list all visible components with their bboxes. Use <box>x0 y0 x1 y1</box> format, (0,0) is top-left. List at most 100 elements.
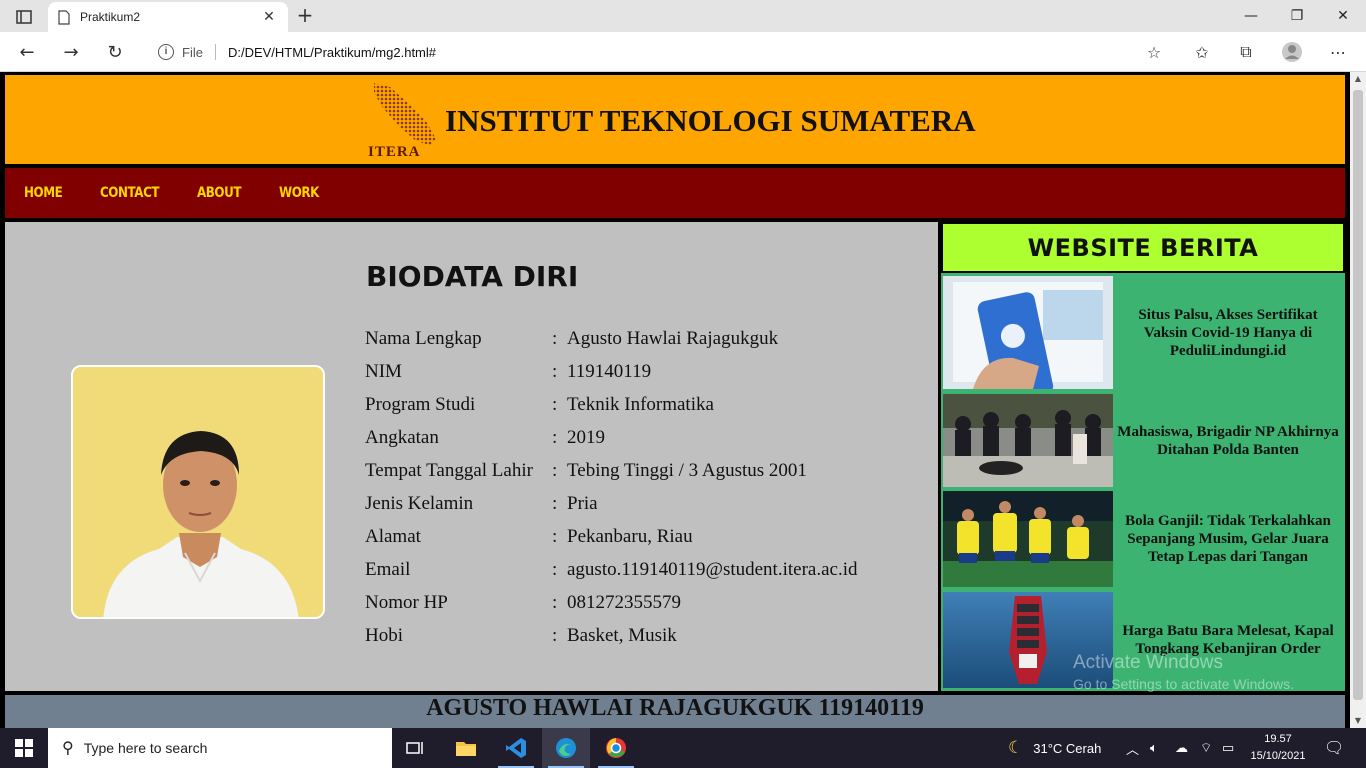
biodata-section: BIODATA DIRI Nama Lengkap: Agusto Hawlai … <box>5 222 938 691</box>
scrollbar-thumb[interactable] <box>1353 90 1363 700</box>
field-value: Tebing Tinggi / 3 Agustus 2001 <box>567 460 807 481</box>
field-label: Angkatan <box>365 427 439 448</box>
new-tab-button[interactable]: + <box>292 4 318 28</box>
biodata-row: Alamat: Pekanbaru, Riau <box>365 526 857 559</box>
field-value: Teknik Informatika <box>567 394 714 415</box>
biodata-row: Tempat Tanggal Lahir: Tebing Tinggi / 3 A… <box>365 460 857 493</box>
info-icon[interactable]: i <box>158 44 174 60</box>
itera-logo: ITERA <box>368 81 438 161</box>
taskbar-search[interactable]: ⚲ Type here to search <box>48 728 392 768</box>
profile-photo <box>71 365 325 619</box>
restore-button[interactable]: ❐ <box>1274 0 1320 32</box>
forward-button[interactable]: → <box>56 38 86 66</box>
field-separator: : <box>552 460 558 481</box>
nav-home[interactable]: HOME <box>24 185 63 201</box>
field-separator: : <box>552 625 558 646</box>
notifications-icon[interactable]: 🗨︎ <box>1324 728 1344 768</box>
weather-widget[interactable]: ☾ 31°C Cerah <box>1008 728 1101 768</box>
field-value: 2019 <box>567 427 605 448</box>
field-label: Hobi <box>365 625 403 646</box>
taskbar: ⚲ Type here to search ☾ 31°C Cerah ︿ 🔈︎ … <box>0 728 1366 768</box>
wifi-icon[interactable]: ⌔ <box>1200 728 1212 768</box>
news-image-police-crowd[interactable] <box>943 394 1113 487</box>
clock-date: 15/10/2021 <box>1250 750 1306 762</box>
main-nav: HOME CONTACT ABOUT WORK <box>5 168 1345 218</box>
url-text[interactable]: D:/DEV/HTML/Praktikum/mg2.html# <box>228 45 436 60</box>
file-explorer-icon[interactable] <box>442 728 490 768</box>
windows-start-icon[interactable] <box>0 728 48 768</box>
biodata-row: Angkatan:2019 <box>365 427 857 460</box>
biodata-row: Email: agusto.119140119@student.itera.ac.… <box>365 559 857 592</box>
collections-icon[interactable]: ⧉ <box>1234 40 1258 64</box>
sidebar-title: WEBSITE BERITA <box>941 222 1345 273</box>
nav-contact[interactable]: CONTACT <box>100 185 160 201</box>
news-item[interactable]: Situs Palsu, Akses Sertifikat Vaksin Cov… <box>943 276 1343 389</box>
field-label: Nama Lengkap <box>365 328 482 349</box>
browser-tab[interactable]: Praktikum2 ✕ <box>48 2 288 32</box>
tab-bar: Praktikum2 ✕ + — ❐ ✕ <box>0 0 1366 32</box>
news-image-football[interactable] <box>943 491 1113 587</box>
search-icon: ⚲ <box>62 740 74 757</box>
nav-work[interactable]: WORK <box>279 185 319 201</box>
field-separator: : <box>552 493 558 514</box>
system-clock[interactable]: 19.57 15/10/2021 <box>1248 731 1308 765</box>
onedrive-icon[interactable]: ☁ <box>1175 728 1188 768</box>
logo-text: ITERA <box>368 144 421 160</box>
minimize-button[interactable]: — <box>1228 0 1274 32</box>
tab-title: Praktikum2 <box>80 10 141 24</box>
site-header: ITERA INSTITUT TEKNOLOGI SUMATERA <box>5 75 1345 164</box>
browser-toolbar: ← → ↻ i File D:/DEV/HTML/Praktikum/mg2.h… <box>0 32 1366 72</box>
scroll-up-icon[interactable]: ▲ <box>1350 72 1366 86</box>
biodata-row: Hobi: Basket, Musik <box>365 625 857 658</box>
field-value: Agusto Hawlai Rajagukguk <box>567 328 779 349</box>
biodata-row: Nama Lengkap: Agusto Hawlai Rajagukguk <box>365 328 857 361</box>
news-image-pedulilindungi[interactable] <box>943 276 1113 389</box>
field-value: Pekanbaru, Riau <box>567 526 693 547</box>
field-separator: : <box>552 328 558 349</box>
task-view-icon[interactable] <box>392 728 440 768</box>
news-headline[interactable]: Mahasiswa, Brigadir NP Akhirnya Ditahan … <box>1113 394 1343 487</box>
activation-watermark: Activate Windows Go to Settings to activ… <box>1073 652 1294 692</box>
page-scrollbar[interactable]: ▲ ▼ <box>1350 72 1366 728</box>
volume-icon[interactable]: 🔈︎ <box>1150 728 1158 768</box>
scroll-down-icon[interactable]: ▼ <box>1350 714 1366 728</box>
vscode-icon[interactable] <box>492 728 540 768</box>
field-separator: : <box>552 394 558 415</box>
back-button[interactable]: ← <box>12 38 42 66</box>
chrome-icon[interactable] <box>592 728 640 768</box>
tab-actions-icon[interactable] <box>8 6 40 28</box>
weather-text: 31°C Cerah <box>1033 740 1102 756</box>
news-headline[interactable]: Situs Palsu, Akses Sertifikat Vaksin Cov… <box>1113 276 1343 389</box>
field-label: Tempat Tanggal Lahir <box>365 460 533 481</box>
field-label: NIM <box>365 361 402 382</box>
field-value: 119140119 <box>567 361 652 382</box>
add-favorite-icon[interactable]: ☆ <box>1142 40 1166 64</box>
favorites-icon[interactable]: ✩ <box>1190 40 1214 64</box>
field-value: Pria <box>567 493 598 514</box>
address-bar[interactable]: i File D:/DEV/HTML/Praktikum/mg2.html# <box>146 36 1176 68</box>
nav-about[interactable]: ABOUT <box>197 185 241 201</box>
field-label: Jenis Kelamin <box>365 493 474 514</box>
refresh-button[interactable]: ↻ <box>100 38 130 66</box>
more-menu-icon[interactable]: ⋯ <box>1326 40 1350 64</box>
biodata-row: Jenis Kelamin: Pria <box>365 493 857 526</box>
field-value: agusto.119140119@student.itera.ac.id <box>567 559 858 580</box>
news-item[interactable]: Mahasiswa, Brigadir NP Akhirnya Ditahan … <box>943 394 1343 487</box>
news-headline[interactable]: Bola Ganjil: Tidak Terkalahkan Sepanjang… <box>1113 491 1343 587</box>
page-icon <box>58 9 70 25</box>
chevron-up-icon[interactable]: ︿ <box>1126 728 1139 768</box>
field-value: 081272355579 <box>567 592 681 613</box>
close-tab-icon[interactable]: ✕ <box>260 9 278 25</box>
weather-moon-icon: ☾ <box>1008 738 1024 757</box>
battery-icon[interactable]: ▭ <box>1222 728 1234 768</box>
news-item[interactable]: Bola Ganjil: Tidak Terkalahkan Sepanjang… <box>943 491 1343 587</box>
edge-icon[interactable] <box>542 728 590 768</box>
close-window-button[interactable]: ✕ <box>1320 0 1366 32</box>
field-separator: : <box>552 559 558 580</box>
biodata-row: NIM:119140119 <box>365 361 857 394</box>
field-label: Alamat <box>365 526 421 547</box>
field-label: Email <box>365 559 411 580</box>
watermark-line1: Activate Windows <box>1073 652 1223 673</box>
field-label: Nomor HP <box>365 592 448 613</box>
profile-avatar-icon[interactable] <box>1280 40 1304 64</box>
